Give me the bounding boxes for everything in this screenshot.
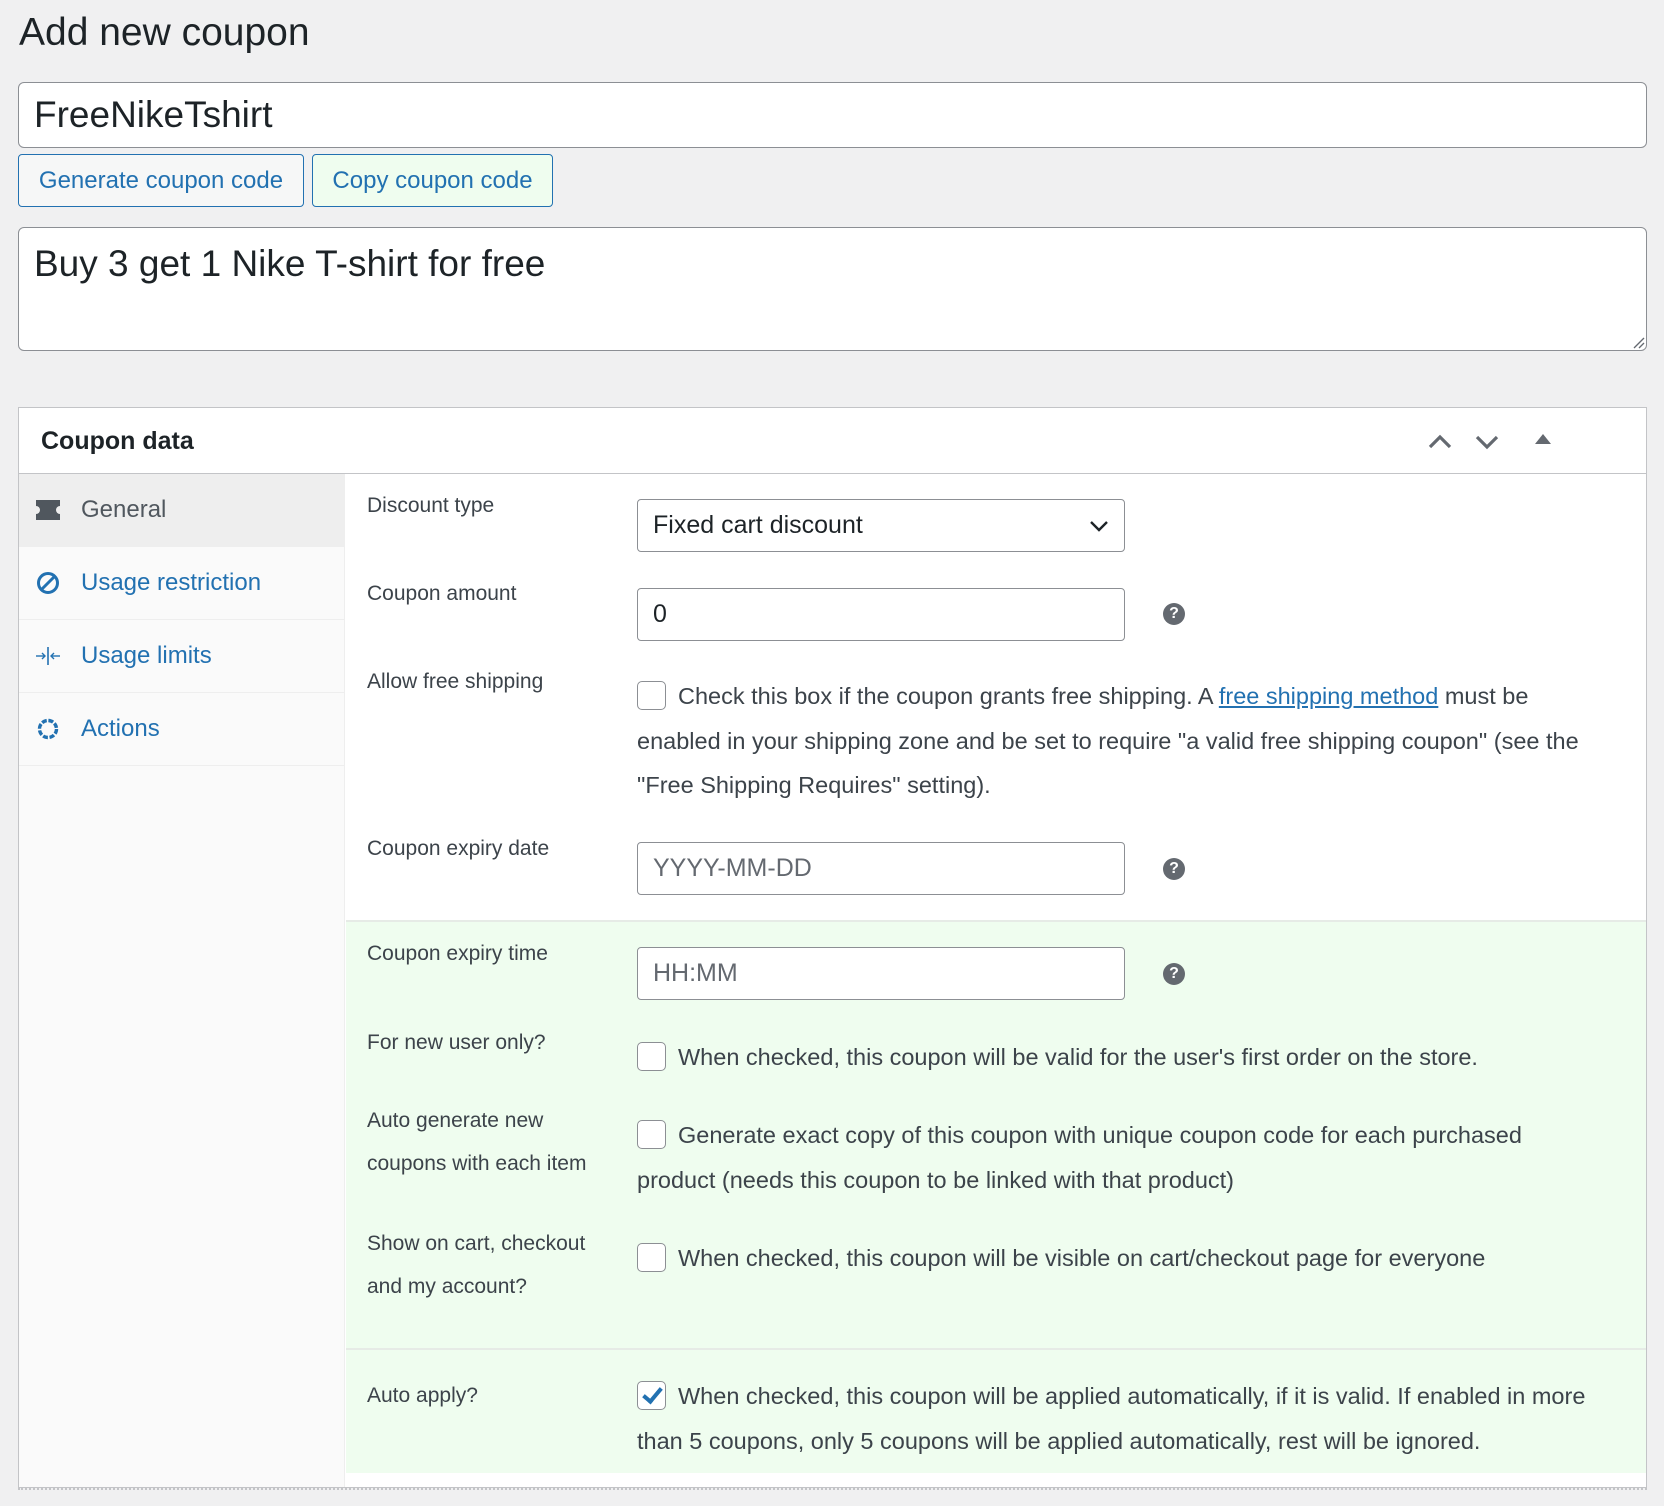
ticket-icon	[35, 497, 61, 523]
coupon-data-box: Coupon data General Usage restriction Us…	[18, 407, 1647, 1488]
tab-usage-limits[interactable]: Usage limits	[19, 620, 344, 693]
gear-icon	[35, 716, 61, 742]
tab-actions[interactable]: Actions	[19, 693, 344, 766]
box-bottom-edge	[18, 1488, 1647, 1490]
toggle-triangle-icon[interactable]	[1527, 426, 1559, 458]
coupon-data-title: Coupon data	[41, 427, 194, 455]
expiry-time-placeholder: HH:MM	[653, 959, 738, 987]
coupon-data-header: Coupon data	[19, 408, 1646, 474]
help-icon[interactable]: ?	[1163, 963, 1185, 985]
new-user-text: When checked, this coupon will be valid …	[678, 1044, 1478, 1070]
auto-apply-row: When checked, this coupon will be applie…	[637, 1374, 1596, 1463]
resize-handle-icon[interactable]	[1633, 337, 1645, 349]
chevron-down-icon[interactable]	[1471, 426, 1503, 458]
expiry-date-input[interactable]: YYYY-MM-DD	[637, 842, 1125, 895]
expiry-time-input[interactable]: HH:MM	[637, 947, 1125, 1000]
general-panel: Discount type Fixed cart discount Coupon…	[346, 474, 1646, 1487]
auto-generate-checkbox[interactable]	[637, 1120, 666, 1149]
tab-actions-label: Actions	[81, 715, 160, 742]
chevron-up-icon[interactable]	[1424, 426, 1456, 458]
restriction-icon	[35, 570, 61, 596]
expiry-time-label: Coupon expiry time	[367, 942, 548, 965]
help-icon[interactable]: ?	[1163, 858, 1185, 880]
free-shipping-method-link[interactable]: free shipping method	[1219, 683, 1438, 709]
coupon-data-tabs: General Usage restriction Usage limits A…	[19, 474, 345, 1487]
discount-type-label: Discount type	[367, 494, 495, 517]
auto-apply-label: Auto apply?	[367, 1384, 478, 1407]
free-shipping-label: Allow free shipping	[367, 670, 544, 693]
expiry-date-label: Coupon expiry date	[367, 837, 550, 860]
generate-coupon-code-button[interactable]: Generate coupon code	[18, 154, 304, 207]
discount-type-select[interactable]: Fixed cart discount	[637, 499, 1125, 552]
new-user-checkbox[interactable]	[637, 1042, 666, 1071]
tab-usage-restriction[interactable]: Usage restriction	[19, 547, 344, 620]
auto-generate-text: Generate exact copy of this coupon with …	[637, 1122, 1522, 1193]
discount-type-value: Fixed cart discount	[653, 511, 863, 539]
free-shipping-text-before: Check this box if the coupon grants free…	[678, 683, 1219, 709]
tab-general-label: General	[81, 496, 167, 523]
tab-general[interactable]: General	[19, 474, 344, 547]
new-user-row: When checked, this coupon will be valid …	[637, 1035, 1596, 1080]
auto-apply-checkbox[interactable]	[637, 1381, 666, 1410]
free-shipping-checkbox[interactable]	[637, 681, 666, 710]
page-title: Add new coupon	[19, 11, 310, 54]
coupon-amount-value: 0	[653, 600, 667, 628]
limits-icon	[35, 643, 61, 669]
tab-usage-limits-label: Usage limits	[81, 642, 212, 669]
coupon-amount-label: Coupon amount	[367, 582, 517, 605]
coupon-amount-input[interactable]: 0	[637, 588, 1125, 641]
show-on-cart-checkbox[interactable]	[637, 1243, 666, 1272]
help-icon[interactable]: ?	[1163, 603, 1185, 625]
auto-apply-text: When checked, this coupon will be applie…	[637, 1383, 1586, 1454]
auto-generate-label-2: coupons with each item	[367, 1152, 587, 1175]
show-on-cart-label-2: and my account?	[367, 1275, 527, 1298]
show-on-cart-row: When checked, this coupon will be visibl…	[637, 1236, 1596, 1281]
auto-generate-row: Generate exact copy of this coupon with …	[637, 1113, 1596, 1202]
free-shipping-row: Check this box if the coupon grants free…	[637, 674, 1596, 808]
tab-usage-restriction-label: Usage restriction	[81, 569, 262, 596]
show-on-cart-label-1: Show on cart, checkout	[367, 1232, 586, 1255]
new-user-label: For new user only?	[367, 1031, 546, 1054]
chevron-down-icon	[1090, 520, 1108, 532]
divider	[346, 920, 1646, 922]
expiry-date-placeholder: YYYY-MM-DD	[653, 854, 812, 882]
coupon-description-textarea[interactable]: Buy 3 get 1 Nike T-shirt for free	[18, 227, 1647, 351]
show-on-cart-text: When checked, this coupon will be visibl…	[678, 1245, 1486, 1271]
coupon-code-input[interactable]	[18, 82, 1647, 148]
auto-generate-label-1: Auto generate new	[367, 1109, 544, 1132]
copy-coupon-code-button[interactable]: Copy coupon code	[312, 154, 553, 207]
